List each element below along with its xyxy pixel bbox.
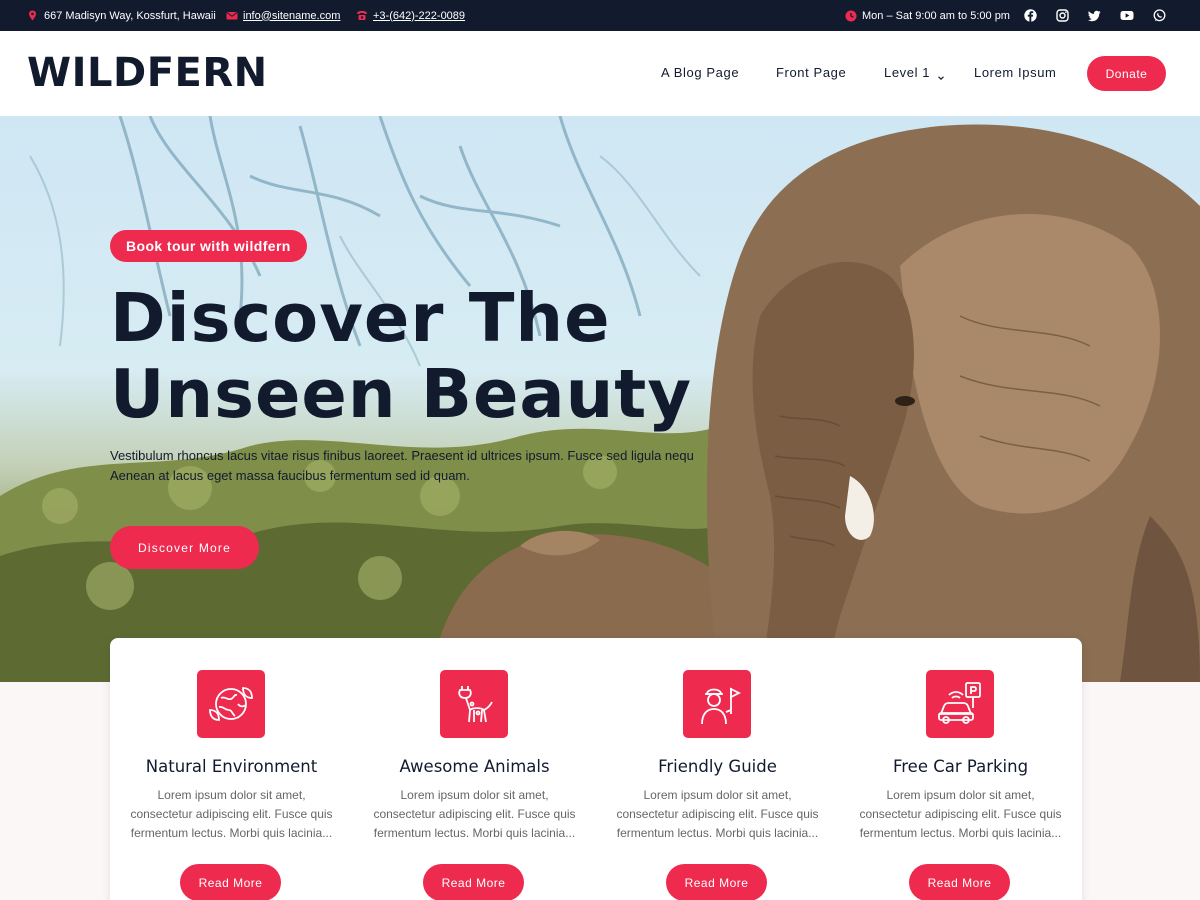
guide-icon <box>683 670 751 738</box>
feature-title: Free Car Parking <box>892 757 1029 776</box>
read-more-button[interactable]: Read More <box>180 864 281 900</box>
read-more-button[interactable]: Read More <box>666 864 767 900</box>
feature-friendly-guide: Friendly Guide Lorem ipsum dolor sit ame… <box>596 638 839 900</box>
instagram-icon[interactable] <box>1055 8 1070 23</box>
hero-description: Vestibulum rhoncus lacus vitae risus fin… <box>110 448 694 483</box>
feature-title: Natural Environment <box>145 757 318 776</box>
nav-item-lorem-ipsum[interactable]: Lorem Ipsum <box>974 65 1056 80</box>
feature-text: Lorem ipsum dolor sit amet, consectetur … <box>373 788 576 840</box>
giraffe-icon <box>440 670 508 738</box>
chevron-down-icon[interactable] <box>937 69 945 81</box>
envelope-icon <box>226 10 238 21</box>
feature-free-car-parking: Free Car Parking Lorem ipsum dolor sit a… <box>839 638 1082 900</box>
email-item[interactable]: info@sitename.com <box>226 0 340 31</box>
feature-title: Friendly Guide <box>658 757 777 776</box>
site-header: WILDFERN A Blog Page Front Page Level 1 … <box>0 31 1200 116</box>
discover-more-button[interactable]: Discover More <box>110 526 259 569</box>
hours-text: Mon – Sat 9:00 am to 5:00 pm <box>862 9 1010 22</box>
hero-title-line-2: Unseen Beauty <box>110 355 693 433</box>
phone-item[interactable]: +3-(642)-222-0089 <box>356 0 465 31</box>
globe-leaf-icon <box>197 670 265 738</box>
nav-item-front-page[interactable]: Front Page <box>776 65 846 80</box>
feature-text: Lorem ipsum dolor sit amet, consectetur … <box>859 788 1062 840</box>
hero-title-line-1: Discover The <box>110 279 611 357</box>
feature-natural-environment: Natural Environment Lorem ipsum dolor si… <box>110 638 353 900</box>
whatsapp-icon[interactable] <box>1152 8 1167 23</box>
read-more-button[interactable]: Read More <box>423 864 524 900</box>
hero-title: Discover The Unseen Beauty <box>110 280 750 432</box>
feature-text: Lorem ipsum dolor sit amet, consectetur … <box>130 788 333 840</box>
site-logo[interactable]: WILDFERN <box>27 49 268 97</box>
donate-button[interactable]: Donate <box>1087 56 1166 91</box>
features-card: Natural Environment Lorem ipsum dolor si… <box>110 638 1082 900</box>
read-more-button[interactable]: Read More <box>909 864 1010 900</box>
clock-icon <box>845 10 857 22</box>
feature-awesome-animals: Awesome Animals Lorem ipsum dolor sit am… <box>353 638 596 900</box>
youtube-icon[interactable] <box>1119 8 1134 23</box>
book-tour-badge[interactable]: Book tour with wildfern <box>110 230 307 262</box>
email-link[interactable]: info@sitename.com <box>243 10 340 22</box>
nav-item-blog-page[interactable]: A Blog Page <box>661 65 739 80</box>
nav-item-level-1[interactable]: Level 1 <box>884 65 930 80</box>
feature-title: Awesome Animals <box>399 757 550 776</box>
location-pin-icon <box>27 10 38 21</box>
phone-link[interactable]: +3-(642)-222-0089 <box>373 10 465 22</box>
hours-item: Mon – Sat 9:00 am to 5:00 pm <box>845 0 1010 31</box>
facebook-icon[interactable] <box>1023 8 1038 23</box>
twitter-icon[interactable] <box>1087 8 1102 23</box>
hero-section: Book tour with wildfern Discover The Uns… <box>0 116 1200 682</box>
phone-icon <box>356 10 367 21</box>
address-item: 667 Madisyn Way, Kossfurt, Hawaii <box>27 0 216 31</box>
feature-text: Lorem ipsum dolor sit amet, consectetur … <box>616 788 819 840</box>
car-parking-icon <box>926 670 994 738</box>
top-bar: 667 Madisyn Way, Kossfurt, Hawaii info@s… <box>0 0 1200 31</box>
address-text: 667 Madisyn Way, Kossfurt, Hawaii <box>44 9 216 22</box>
